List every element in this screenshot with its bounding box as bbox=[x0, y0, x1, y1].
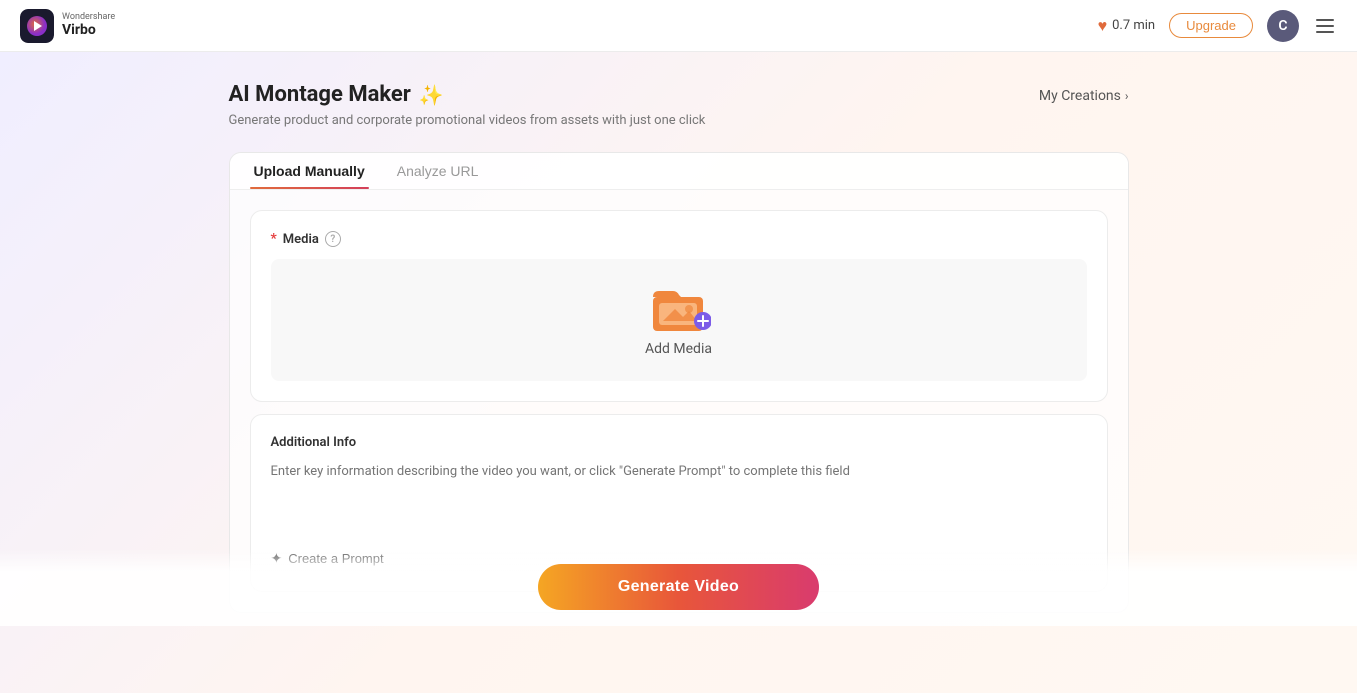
page-title-section: AI Montage Maker ✨ Generate product and … bbox=[229, 82, 706, 128]
page-title-text: AI Montage Maker bbox=[229, 82, 411, 107]
content-wrapper: AI Montage Maker ✨ Generate product and … bbox=[209, 82, 1149, 613]
content-card: Upload Manually Analyze URL * Media ? bbox=[229, 152, 1129, 613]
header: Wondershare Virbo ♥ 0.7 min Upgrade C bbox=[0, 0, 1357, 52]
tab-bar: Upload Manually Analyze URL bbox=[230, 153, 1128, 190]
heart-icon: ♥ bbox=[1098, 16, 1108, 36]
my-creations-label: My Creations bbox=[1039, 88, 1121, 104]
required-star: * bbox=[271, 231, 277, 247]
hamburger-menu-icon[interactable] bbox=[1313, 19, 1337, 33]
page-header: AI Montage Maker ✨ Generate product and … bbox=[229, 82, 1129, 128]
minutes-badge: ♥ 0.7 min bbox=[1098, 16, 1156, 36]
generate-video-button[interactable]: Generate Video bbox=[538, 564, 819, 610]
chevron-right-icon: › bbox=[1125, 89, 1129, 103]
add-media-icon bbox=[651, 283, 707, 331]
menu-line-1 bbox=[1316, 19, 1334, 21]
media-upload-area[interactable]: Add Media bbox=[271, 259, 1087, 381]
generate-btn-container: Generate Video bbox=[0, 548, 1357, 626]
media-section-card: * Media ? bbox=[250, 210, 1108, 402]
avatar[interactable]: C bbox=[1267, 10, 1299, 42]
media-section-label: * Media ? bbox=[271, 231, 1087, 247]
page-subtitle: Generate product and corporate promotion… bbox=[229, 113, 706, 128]
brand-logo: Wondershare Virbo bbox=[20, 9, 115, 43]
minutes-value: 0.7 min bbox=[1112, 18, 1155, 33]
page-title: AI Montage Maker ✨ bbox=[229, 82, 706, 107]
menu-line-2 bbox=[1316, 25, 1334, 27]
menu-line-3 bbox=[1316, 31, 1334, 33]
brand-name: Wondershare Virbo bbox=[62, 13, 115, 38]
brand-virbo: Virbo bbox=[62, 23, 115, 38]
tab-analyze-url[interactable]: Analyze URL bbox=[393, 153, 483, 189]
additional-info-textarea[interactable] bbox=[271, 462, 1087, 542]
logo-icon bbox=[20, 9, 54, 43]
add-media-label-text: Add Media bbox=[645, 341, 712, 357]
tab-upload-manually[interactable]: Upload Manually bbox=[250, 153, 369, 189]
upgrade-button[interactable]: Upgrade bbox=[1169, 13, 1253, 38]
media-label-text: Media bbox=[283, 232, 319, 247]
media-help-icon[interactable]: ? bbox=[325, 231, 341, 247]
wand-icon: ✨ bbox=[419, 83, 444, 107]
my-creations-link[interactable]: My Creations › bbox=[1039, 88, 1129, 104]
additional-info-label: Additional Info bbox=[271, 435, 1087, 450]
header-right: ♥ 0.7 min Upgrade C bbox=[1098, 10, 1337, 42]
